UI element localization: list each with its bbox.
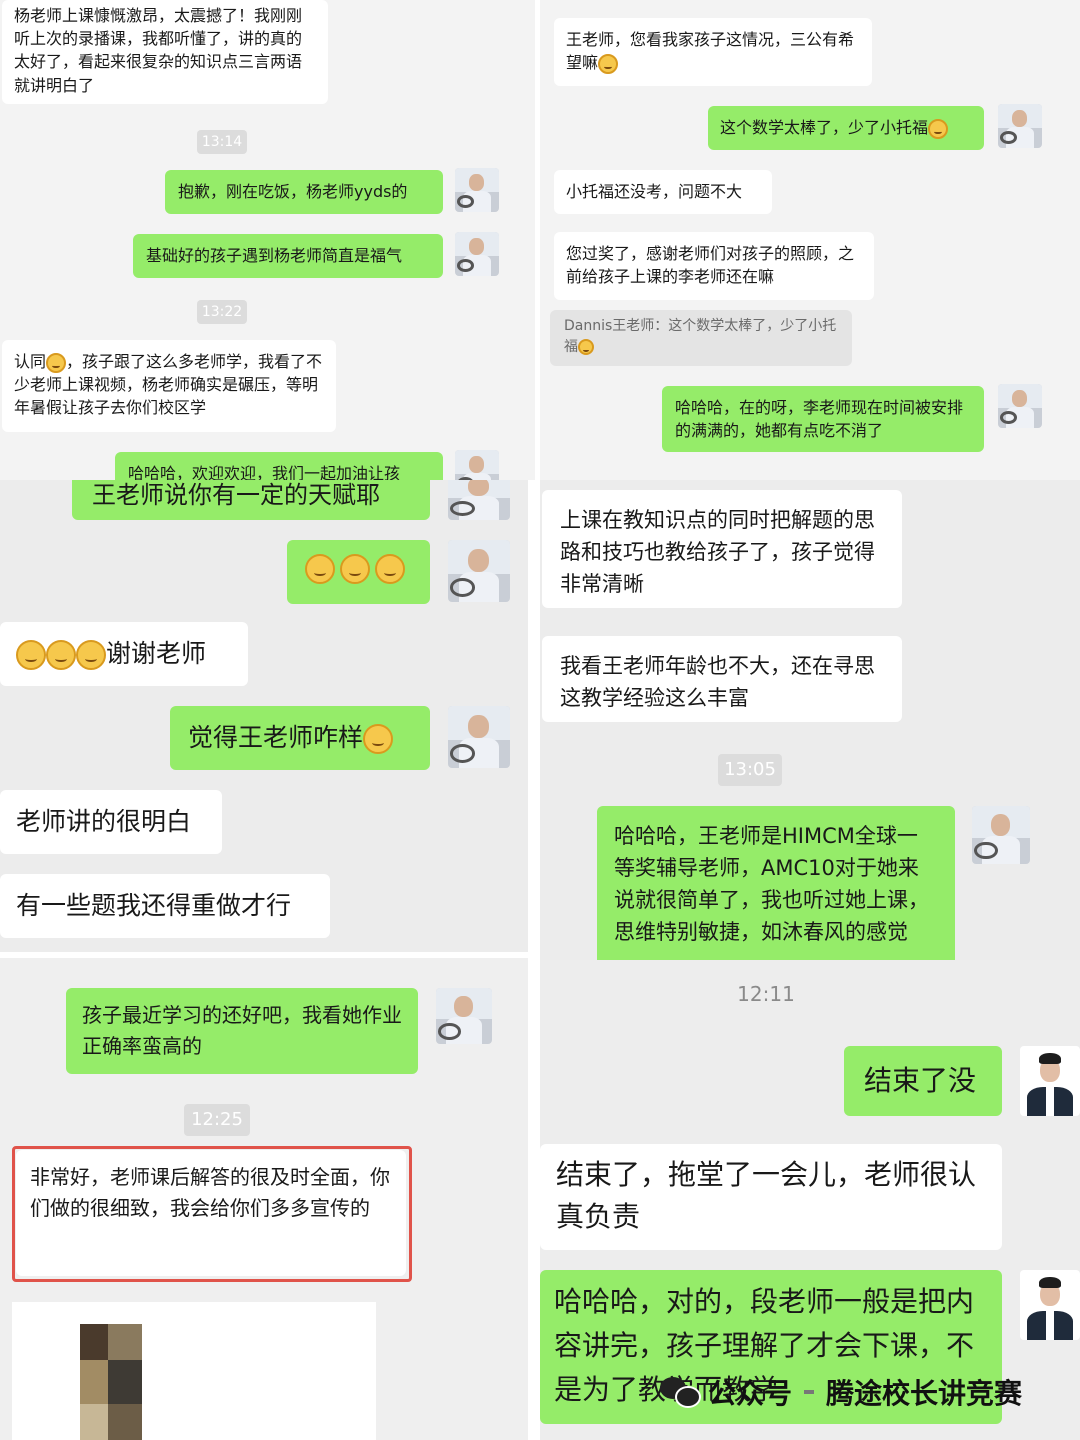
- chat-message-sent[interactable]: 哈哈哈，欢迎欢迎，我们一起加油让孩: [115, 452, 443, 480]
- chat-message-received[interactable]: 小托福还没考，问题不大: [554, 170, 772, 214]
- timestamp: 12:11: [737, 982, 795, 1006]
- chat-message-sent[interactable]: 结束了没: [844, 1046, 1002, 1116]
- chat-message-sent[interactable]: 这个数学太棒了，少了小托福: [708, 106, 984, 150]
- chat-message-sent[interactable]: 王老师说你有一定的天赋耶: [72, 480, 430, 520]
- watermark-account-name: 腾途校长讲竞赛: [826, 1378, 1023, 1409]
- message-text: 这个数学太棒了，少了小托福: [720, 118, 929, 137]
- chat-message-received[interactable]: 谢谢老师: [0, 622, 248, 686]
- smile-emoji-icon: [46, 352, 67, 373]
- message-text: 谢谢老师: [106, 639, 207, 668]
- message-text: 非常好，老师课后解答的很及时全面，你们做的很细致，我会给你们多多宣传的: [30, 1165, 390, 1220]
- chat-panel-6: 12:11 结束了没 结束了，拖堂了一会儿，老师很认真负责 哈哈哈，对的，段老师…: [540, 960, 1080, 1440]
- message-text: 杨老师上课慷慨激昂，太震撼了！我刚刚听上次的录播课，我都听懂了，讲的真的太好了，…: [14, 6, 303, 95]
- chat-message-sent[interactable]: [287, 540, 430, 604]
- grin-emoji-icon: [375, 554, 406, 584]
- chat-message-received[interactable]: 非常好，老师课后解答的很及时全面，你们做的很细致，我会给你们多多宣传的: [16, 1150, 406, 1276]
- chat-message-sent[interactable]: 抱歉，刚在吃饭，杨老师yyds的: [165, 170, 443, 214]
- timestamp: 13:05: [718, 754, 782, 786]
- sender-avatar[interactable]: [448, 480, 510, 520]
- message-text: 抱歉，刚在吃饭，杨老师yyds的: [178, 182, 408, 201]
- smile-emoji-icon: [598, 53, 619, 74]
- message-text: 觉得王老师咋样: [188, 723, 364, 752]
- message-text: 上课在教知识点的同时把解题的思路和技巧也教给孩子了，孩子觉得非常清晰: [560, 508, 875, 596]
- sender-avatar[interactable]: [455, 450, 499, 480]
- chat-panel-5: 孩子最近学习的还好吧，我看她作业正确率蛮高的 12:25 非常好，老师课后解答的…: [0, 958, 528, 1440]
- message-text: 老师讲的很明白: [16, 807, 192, 836]
- laughing-emoji-icon: [46, 640, 76, 670]
- blurred-image-message[interactable]: [12, 1302, 376, 1440]
- quote-text: Dannis王老师：这个数学太棒了，少了小托福: [564, 318, 837, 355]
- chat-message-received[interactable]: 杨老师上课慷慨激昂，太震撼了！我刚刚听上次的录播课，我都听懂了，讲的真的太好了，…: [2, 0, 328, 104]
- chat-message-sent[interactable]: 哈哈哈，王老师是HIMCM全球一等奖辅导老师，AMC10对于她来说就很简单了，我…: [597, 806, 955, 960]
- message-text: 王老师说你有一定的天赋耶: [92, 481, 380, 509]
- laughing-emoji-icon: [16, 640, 46, 670]
- wechat-official-account-watermark: 公众号 腾途校长讲竞赛: [660, 1372, 1022, 1412]
- chat-message-sent[interactable]: 哈哈哈，在的呀，李老师现在时间被安排的满满的，她都有点吃不消了: [662, 386, 984, 452]
- message-text: 您过奖了，感谢老师们对孩子的照顾，之前给孩子上课的李老师还在嘛: [566, 244, 855, 287]
- chat-message-received[interactable]: 王老师，您看我家孩子这情况，三公有希望嘛: [554, 18, 872, 86]
- timestamp: 13:22: [197, 300, 247, 324]
- timestamp: 12:25: [184, 1104, 250, 1136]
- quoted-message[interactable]: Dannis王老师：这个数学太棒了，少了小托福: [550, 310, 852, 366]
- chat-message-sent[interactable]: 觉得王老师咋样: [170, 706, 430, 770]
- chat-message-sent[interactable]: 基础好的孩子遇到杨老师简直是福气: [133, 234, 443, 278]
- sender-avatar[interactable]: [455, 232, 499, 276]
- chat-message-received[interactable]: 您过奖了，感谢老师们对孩子的照顾，之前给孩子上课的李老师还在嘛: [554, 232, 874, 300]
- message-text: 基础好的孩子遇到杨老师简直是福气: [146, 246, 403, 265]
- grin-emoji-icon: [305, 554, 335, 584]
- chat-panel-2: 王老师，您看我家孩子这情况，三公有希望嘛 这个数学太棒了，少了小托福 小托福还没…: [540, 0, 1080, 480]
- sender-avatar[interactable]: [998, 104, 1042, 148]
- chat-message-received[interactable]: 我看王老师年龄也不大，还在寻思这教学经验这么丰富: [542, 636, 902, 722]
- chat-panel-4: 上课在教知识点的同时把解题的思路和技巧也教给孩子了，孩子觉得非常清晰 我看王老师…: [540, 480, 1080, 960]
- message-text: 哈哈哈，王老师是HIMCM全球一等奖辅导老师，AMC10对于她来说就很简单了，我…: [614, 824, 929, 944]
- chat-message-received[interactable]: 有一些题我还得重做才行: [0, 874, 330, 938]
- message-text: 结束了没: [864, 1064, 977, 1097]
- grin-emoji-icon: [340, 554, 371, 584]
- sender-avatar[interactable]: [972, 806, 1030, 864]
- sender-avatar[interactable]: [455, 168, 499, 212]
- timestamp: 13:14: [197, 130, 247, 154]
- chat-message-received[interactable]: 认同 ，孩子跟了这么多老师学，我看了不少老师上课视频，杨老师确实是碾压，等明年暑假…: [2, 340, 336, 432]
- sender-avatar[interactable]: [998, 384, 1042, 428]
- sender-avatar[interactable]: [448, 540, 510, 602]
- chat-message-received[interactable]: 老师讲的很明白: [0, 790, 222, 854]
- chat-panel-3: 王老师说你有一定的天赋耶 谢谢老师 觉得王老师咋样 老师讲的很明白 有一些题我还…: [0, 480, 528, 952]
- message-text: 结束了，拖堂了一会儿，老师很认真负责: [556, 1158, 977, 1233]
- chat-message-sent[interactable]: 孩子最近学习的还好吧，我看她作业正确率蛮高的: [66, 988, 418, 1074]
- wechat-icon: [660, 1375, 702, 1409]
- message-text: 小托福还没考，问题不大: [566, 182, 743, 201]
- message-text: 我看王老师年龄也不大，还在寻思这教学经验这么丰富: [560, 654, 875, 710]
- chat-message-received[interactable]: 上课在教知识点的同时把解题的思路和技巧也教给孩子了，孩子觉得非常清晰: [542, 490, 902, 608]
- laughing-emoji-icon: [76, 640, 106, 670]
- separator-icon: [804, 1390, 815, 1394]
- laughing-emoji-icon: [578, 339, 594, 355]
- message-text: 有一些题我还得重做才行: [16, 891, 292, 920]
- message-text: 哈哈哈，欢迎欢迎，我们一起加油让孩: [128, 464, 401, 480]
- laughing-emoji-icon: [928, 118, 949, 139]
- wink-emoji-icon: [363, 724, 394, 754]
- watermark-prefix: 公众号: [708, 1378, 793, 1409]
- message-text: 认同: [14, 352, 47, 371]
- sender-avatar[interactable]: [436, 988, 492, 1044]
- sender-avatar[interactable]: [1020, 1270, 1080, 1340]
- chat-panel-1: 杨老师上课慷慨激昂，太震撼了！我刚刚听上次的录播课，我都听懂了，讲的真的太好了，…: [0, 0, 535, 480]
- message-text: 孩子最近学习的还好吧，我看她作业正确率蛮高的: [82, 1003, 402, 1058]
- sender-avatar[interactable]: [448, 706, 510, 768]
- sender-avatar[interactable]: [1020, 1046, 1080, 1116]
- chat-message-received[interactable]: 结束了，拖堂了一会儿，老师很认真负责: [540, 1144, 1002, 1250]
- message-text: 哈哈哈，在的呀，李老师现在时间被安排的满满的，她都有点吃不消了: [675, 398, 964, 441]
